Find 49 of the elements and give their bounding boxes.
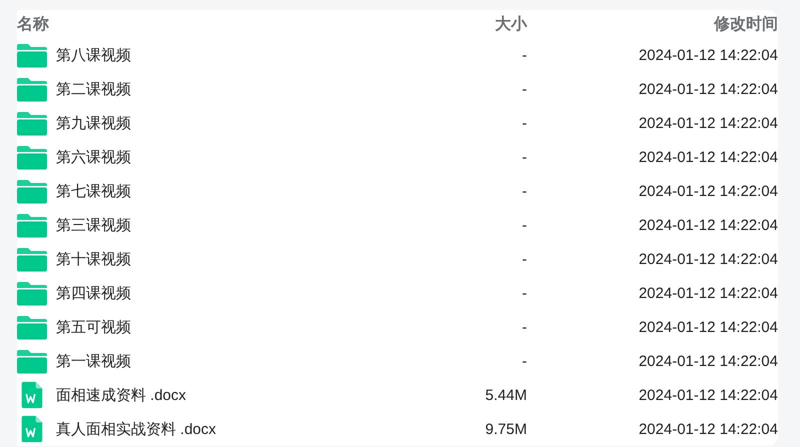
folder-icon <box>17 313 47 341</box>
folder-icon <box>17 75 47 103</box>
file-size: - <box>522 352 527 370</box>
modified-time: 2024-01-12 14:22:04 <box>638 182 778 200</box>
folder-icon <box>17 211 47 239</box>
modified-time: 2024-01-12 14:22:04 <box>638 318 778 336</box>
file-size: - <box>522 318 527 336</box>
file-name[interactable]: 第一课视频 <box>56 352 131 370</box>
file-name[interactable]: 第八课视频 <box>56 46 131 64</box>
file-size: - <box>522 80 527 98</box>
file-size: - <box>522 46 527 64</box>
folder-icon <box>17 347 47 375</box>
modified-time: 2024-01-12 14:22:04 <box>638 80 778 98</box>
folder-icon <box>17 41 47 69</box>
modified-time: 2024-01-12 14:22:04 <box>638 216 778 234</box>
file-name[interactable]: 真人面相实战资料 .docx <box>56 420 216 438</box>
file-size: - <box>522 182 527 200</box>
folder-icon <box>17 279 47 307</box>
folder-icon <box>17 245 47 273</box>
file-size: 9.75M <box>485 420 527 438</box>
file-name[interactable]: 第五可视频 <box>56 318 131 336</box>
file-size: - <box>522 148 527 166</box>
file-name[interactable]: 第六课视频 <box>56 148 131 166</box>
file-name[interactable]: 第二课视频 <box>56 80 131 98</box>
modified-time: 2024-01-12 14:22:04 <box>638 114 778 132</box>
file-size: - <box>522 284 527 302</box>
modified-time: 2024-01-12 14:22:04 <box>638 352 778 370</box>
file-name[interactable]: 第四课视频 <box>56 284 131 302</box>
modified-time: 2024-01-12 14:22:04 <box>638 148 778 166</box>
modified-time: 2024-01-12 14:22:04 <box>638 420 778 438</box>
file-size: - <box>522 114 527 132</box>
modified-time: 2024-01-12 14:22:04 <box>638 46 778 64</box>
file-name[interactable]: 第九课视频 <box>56 114 131 132</box>
file-name[interactable]: 第三课视频 <box>56 216 131 234</box>
modified-time: 2024-01-12 14:22:04 <box>638 250 778 268</box>
column-header[interactable]: 名称 <box>17 14 397 34</box>
folder-icon <box>17 109 47 137</box>
modified-time: 2024-01-12 14:22:04 <box>638 284 778 302</box>
file-size: 5.44M <box>485 386 527 404</box>
file-name[interactable]: 第七课视频 <box>56 182 131 200</box>
file-name[interactable]: 面相速成资料 .docx <box>56 386 186 404</box>
file-size: - <box>522 250 527 268</box>
column-header[interactable]: 大小 <box>495 14 527 34</box>
file-name[interactable]: 第十课视频 <box>56 250 131 268</box>
file-size: - <box>522 216 527 234</box>
folder-icon <box>17 177 47 205</box>
column-header[interactable]: 修改时间 <box>714 14 778 34</box>
modified-time: 2024-01-12 14:22:04 <box>638 386 778 404</box>
folder-icon <box>17 143 47 171</box>
